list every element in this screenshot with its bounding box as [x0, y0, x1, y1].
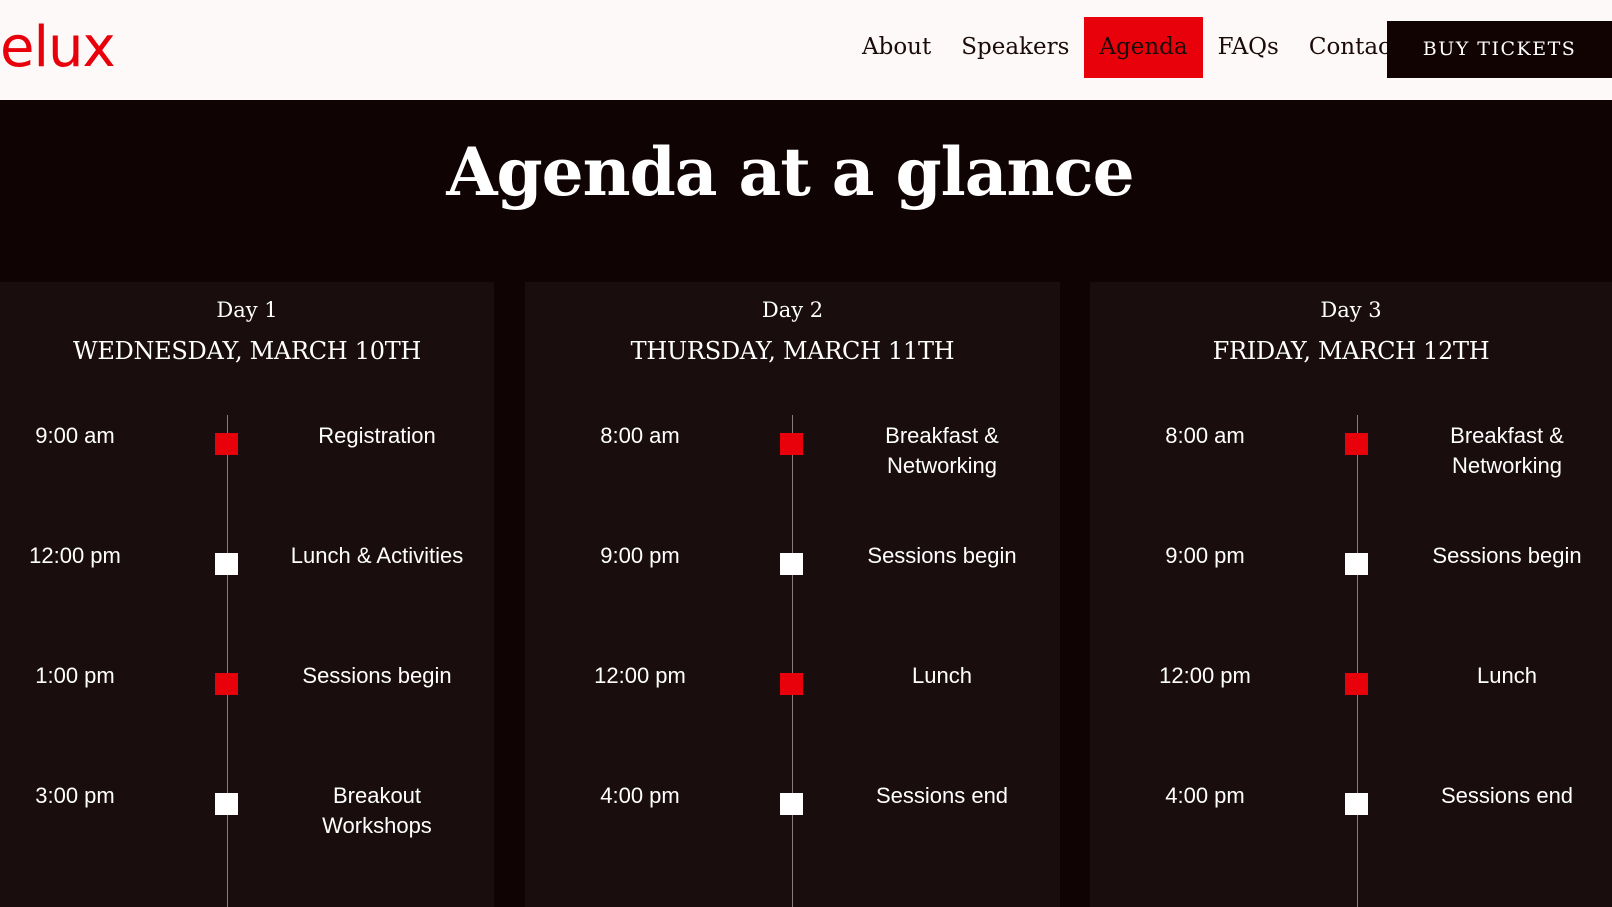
timeline-marker — [215, 553, 238, 575]
timeline-marker — [1345, 673, 1368, 695]
timeline-marker — [1345, 793, 1368, 815]
agenda-event: Sessions begin — [1432, 543, 1582, 568]
agenda-event: Registration — [318, 423, 436, 448]
agenda-event: Breakout Workshops — [322, 783, 432, 838]
day-card-1: Day 1 WEDNESDAY, MARCH 10TH 9:00 am Regi… — [0, 282, 494, 907]
site-logo[interactable]: elux — [0, 12, 116, 84]
agenda-event: Sessions end — [1440, 783, 1574, 808]
buy-tickets-button[interactable]: BUY TICKETS — [1387, 21, 1612, 78]
timeline-line — [1357, 415, 1358, 907]
agenda-time: 3:00 pm — [35, 783, 115, 808]
agenda-time: 1:00 pm — [35, 663, 115, 688]
timeline-marker — [780, 793, 803, 815]
timeline-marker — [215, 673, 238, 695]
agenda-event: Breakfast & Networking — [1450, 423, 1564, 478]
agenda-event: Sessions end — [875, 783, 1009, 808]
timeline-marker — [1345, 553, 1368, 575]
agenda-time: 8:00 am — [600, 423, 680, 448]
agenda-event: Lunch & Activities — [290, 543, 464, 568]
day-card-3: Day 3 FRIDAY, MARCH 12TH 8:00 am Breakfa… — [1090, 282, 1612, 907]
timeline-marker — [780, 673, 803, 695]
timeline-marker — [215, 433, 238, 455]
day-date: FRIDAY, MARCH 12TH — [1212, 337, 1490, 365]
agenda-time: 8:00 am — [1165, 423, 1245, 448]
top-navbar: elux About Speakers Agenda FAQs Contact … — [0, 0, 1612, 100]
day-date: WEDNESDAY, MARCH 10TH — [72, 337, 422, 365]
timeline-line — [227, 415, 228, 907]
nav-agenda[interactable]: Agenda — [1084, 17, 1203, 78]
day-label: Day 3 — [1320, 298, 1382, 322]
agenda-event: Lunch — [912, 663, 972, 688]
page-title: Agenda at a glance — [446, 133, 1134, 211]
agenda-time: 9:00 am — [35, 423, 115, 448]
agenda-event: Breakfast & Networking — [885, 423, 999, 478]
agenda-time: 4:00 pm — [1165, 783, 1245, 808]
agenda-time: 12:00 pm — [594, 663, 686, 688]
timeline-line — [792, 415, 793, 907]
day-label: Day 1 — [216, 298, 278, 322]
timeline-marker — [1345, 433, 1368, 455]
agenda-time: 12:00 pm — [29, 543, 121, 568]
day-label: Day 2 — [761, 298, 824, 322]
day-date: THURSDAY, MARCH 11TH — [630, 337, 955, 365]
timeline-marker — [215, 793, 238, 815]
agenda-event: Lunch — [1477, 663, 1537, 688]
agenda-event: Sessions begin — [867, 543, 1017, 568]
timeline-marker — [780, 553, 803, 575]
agenda-time: 9:00 pm — [600, 543, 680, 568]
timeline-marker — [780, 433, 803, 455]
nav-links: About Speakers Agenda FAQs Contact — [847, 17, 1415, 78]
nav-speakers[interactable]: Speakers — [946, 17, 1084, 78]
agenda-time: 12:00 pm — [1159, 663, 1251, 688]
agenda-event: Sessions begin — [302, 663, 452, 688]
nav-faqs[interactable]: FAQs — [1203, 17, 1294, 78]
agenda-time: 9:00 pm — [1165, 543, 1245, 568]
nav-about[interactable]: About — [847, 17, 946, 78]
agenda-time: 4:00 pm — [600, 783, 680, 808]
day-card-2: Day 2 THURSDAY, MARCH 11TH 8:00 am Break… — [525, 282, 1060, 907]
